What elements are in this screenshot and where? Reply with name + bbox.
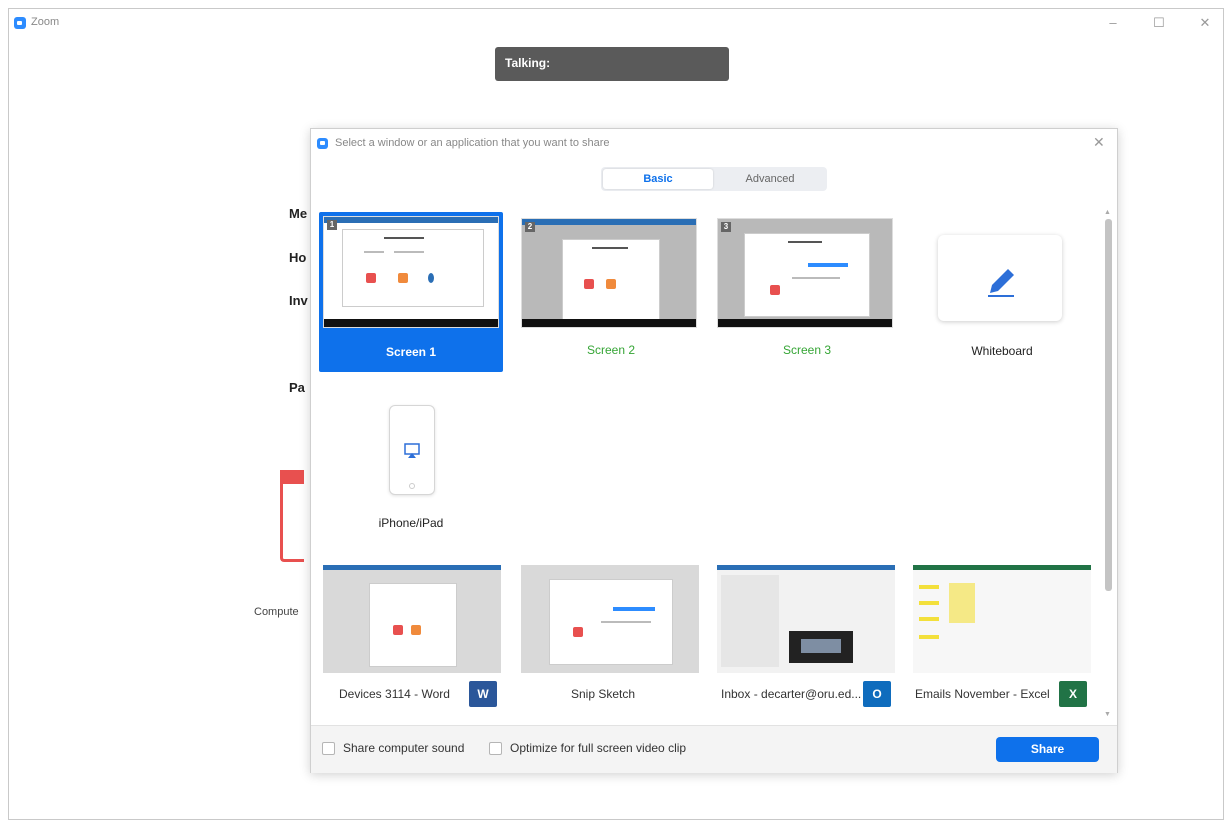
iphone-ipad-label: iPhone/iPad: [378, 516, 444, 530]
optimize-video-checkbox[interactable]: [489, 742, 502, 755]
share-screen-dialog: Select a window or an application that y…: [310, 128, 1118, 773]
share-option-whiteboard[interactable]: [938, 235, 1062, 321]
window-title: Zoom: [31, 16, 60, 28]
share-option-iphone-ipad[interactable]: [389, 405, 435, 495]
word-icon: W: [469, 681, 497, 707]
share-option-screen-1[interactable]: 1 Screen 1: [319, 212, 503, 372]
share-tabs: Basic Advanced: [601, 167, 827, 191]
scroll-down-arrow[interactable]: ▼: [1104, 711, 1111, 718]
screen-number: 2: [525, 222, 535, 232]
excel-label: Emails November - Excel: [915, 687, 1050, 701]
zoom-logo-icon: [317, 138, 328, 149]
scroll-up-arrow[interactable]: ▲: [1104, 209, 1111, 216]
dialog-footer: Share computer sound Optimize for full s…: [311, 725, 1117, 773]
airplay-icon: [404, 443, 420, 489]
minimize-button[interactable]: –: [1103, 15, 1123, 30]
tab-basic[interactable]: Basic: [603, 169, 713, 189]
share-option-snip-sketch[interactable]: Snip Sketch: [519, 565, 703, 705]
background-text-meeting: Me: [289, 206, 308, 221]
share-option-outlook[interactable]: Inbox - decarter@oru.ed... O: [715, 565, 899, 707]
scrollbar-thumb[interactable]: [1105, 219, 1112, 591]
zoom-logo-icon: [14, 17, 26, 29]
talking-indicator: Talking:: [495, 47, 729, 81]
close-window-button[interactable]: ✕: [1195, 15, 1215, 31]
word-thumbnail: [323, 565, 501, 673]
pencil-icon: [988, 269, 1014, 297]
screen-number: 3: [721, 222, 731, 232]
outlook-icon: O: [863, 681, 891, 707]
excel-thumbnail: [913, 565, 1091, 673]
outlook-thumbnail: [717, 565, 895, 673]
snip-sketch-thumbnail: [521, 565, 699, 673]
background-text-computer: Compute: [254, 606, 299, 618]
screen-1-label: Screen 1: [385, 345, 437, 359]
share-option-screen-2[interactable]: 2 Screen 2: [519, 216, 703, 366]
word-label: Devices 3114 - Word: [339, 687, 450, 701]
screen-number: 1: [327, 220, 337, 230]
screen-3-label: Screen 3: [782, 343, 832, 357]
maximize-button[interactable]: ☐: [1149, 15, 1169, 31]
snip-sketch-label: Snip Sketch: [571, 687, 636, 701]
screen-1-thumbnail: 1: [323, 216, 499, 328]
screen-2-thumbnail: 2: [521, 218, 697, 328]
optimize-video-label: Optimize for full screen video clip: [510, 741, 687, 755]
background-text-host: Ho: [289, 250, 307, 265]
share-option-screen-3[interactable]: 3 Screen 3: [715, 216, 899, 366]
excel-icon: X: [1059, 681, 1087, 707]
title-bar: Zoom – ☐ ✕: [9, 9, 1223, 39]
share-option-word[interactable]: Devices 3114 - Word W: [321, 565, 505, 707]
background-text-participant: Pa: [289, 380, 305, 395]
dialog-close-button[interactable]: ✕: [1093, 134, 1105, 151]
talking-label: Talking:: [505, 56, 551, 70]
outlook-label: Inbox - decarter@oru.ed...: [721, 687, 862, 701]
background-text-invite: Inv: [289, 293, 308, 308]
tab-advanced[interactable]: Advanced: [715, 169, 825, 189]
screen-2-label: Screen 2: [586, 343, 636, 357]
background-red-card-header: [280, 470, 304, 484]
share-option-excel[interactable]: Emails November - Excel X: [911, 565, 1095, 707]
dialog-title: Select a window or an application that y…: [335, 137, 610, 149]
screen-3-thumbnail: 3: [717, 218, 893, 328]
share-sound-checkbox[interactable]: [322, 742, 335, 755]
whiteboard-label: Whiteboard: [971, 344, 1033, 358]
share-button[interactable]: Share: [996, 737, 1099, 762]
share-sound-label: Share computer sound: [343, 741, 465, 755]
